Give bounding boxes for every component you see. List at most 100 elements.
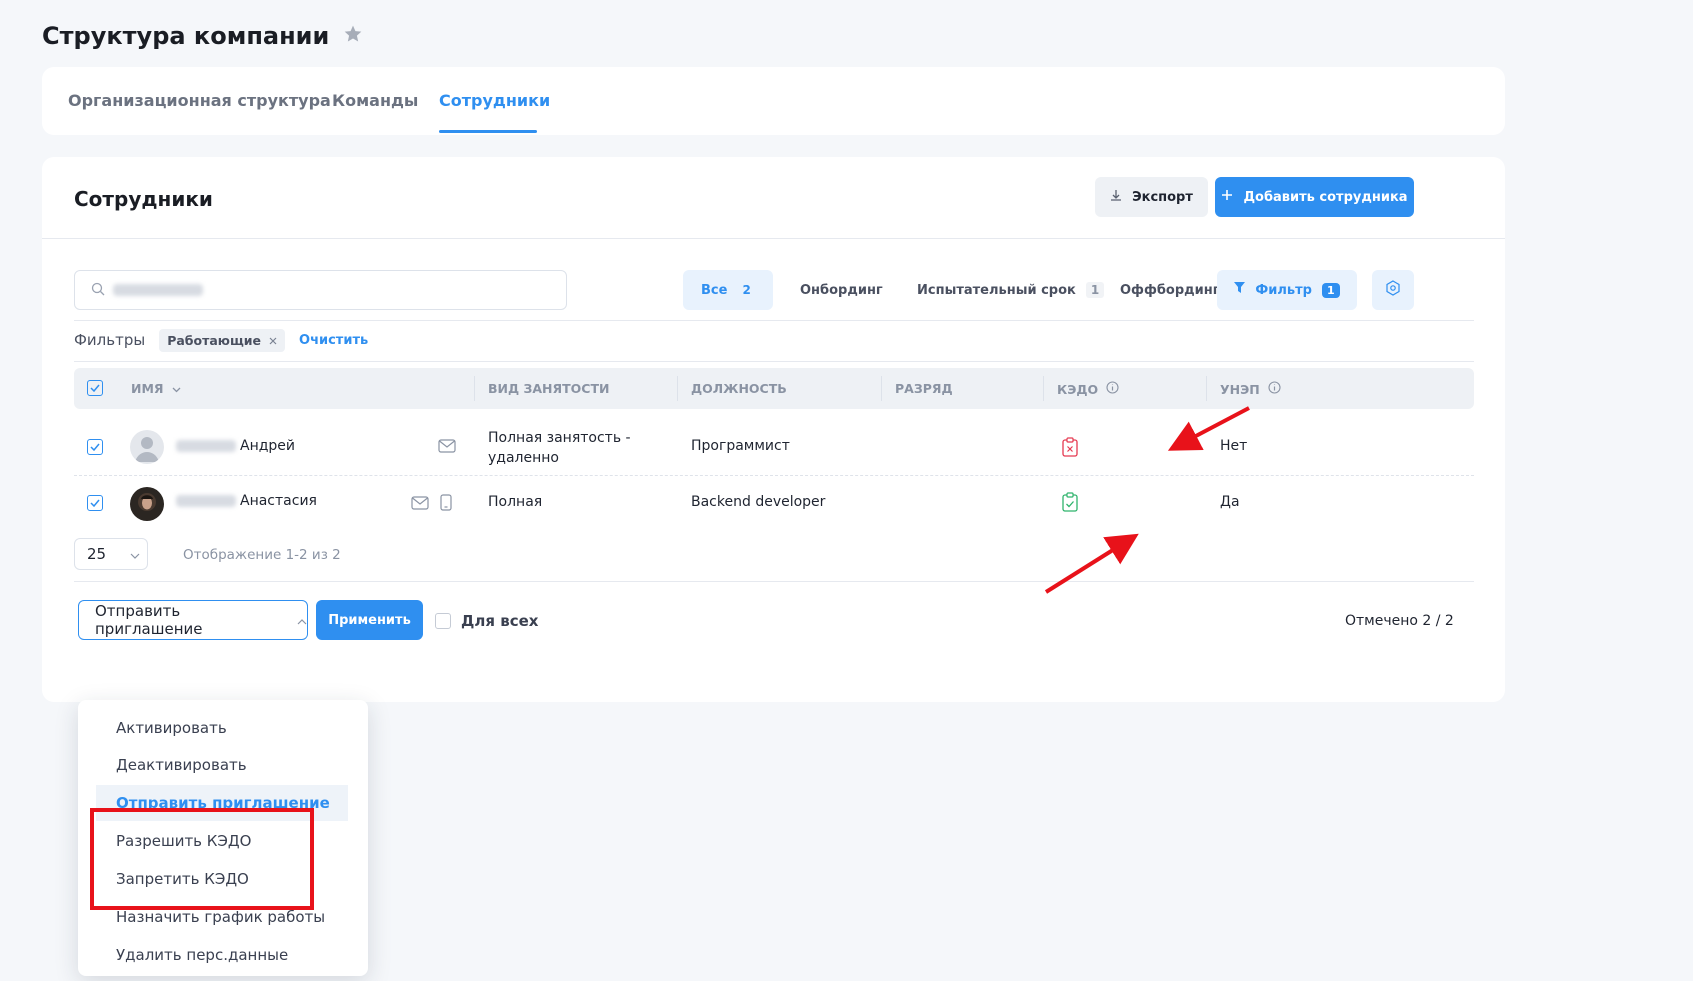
settings-button[interactable]	[1372, 270, 1414, 310]
select-all-checkbox[interactable]	[87, 380, 103, 396]
filter-tag: Работающие	[159, 328, 286, 352]
column-header-name[interactable]: Имя	[131, 381, 181, 396]
avatar	[130, 430, 164, 464]
for-all-checkbox-box[interactable]	[435, 613, 451, 629]
table-row[interactable]: Андрей Полная занятость - удаленно Прогр…	[74, 419, 1474, 476]
add-employee-label: Добавить сотрудника	[1243, 189, 1408, 205]
employee-name-text: Анастасия	[240, 493, 317, 509]
status-tab-onboarding-label: Онбординг	[800, 282, 883, 298]
employment-type-line2: удаленно	[488, 450, 559, 466]
export-label: Экспорт	[1132, 189, 1193, 205]
status-tab-probation-label: Испытательный срок	[917, 282, 1076, 298]
download-icon	[1110, 189, 1122, 205]
envelope-icon[interactable]	[411, 496, 429, 514]
plus-icon	[1221, 189, 1233, 205]
kedo-enabled-icon	[1062, 492, 1078, 516]
export-button[interactable]: Экспорт	[1095, 177, 1208, 217]
info-icon[interactable]	[1106, 381, 1119, 397]
row-checkbox[interactable]	[87, 439, 103, 455]
funnel-icon	[1234, 282, 1246, 298]
column-separator	[1043, 376, 1044, 401]
bulk-action-value: Отправить приглашение	[95, 602, 203, 638]
active-tab-underline	[439, 130, 537, 133]
dropdown-item-deactivate[interactable]: Деактивировать	[96, 747, 348, 783]
chevron-up-icon	[297, 611, 307, 629]
page-size-select[interactable]: 25	[74, 538, 148, 570]
gear-icon	[1385, 280, 1401, 300]
column-header-grade[interactable]: Разряд	[895, 381, 953, 396]
employment-type-line1: Полная занятость -	[488, 430, 631, 446]
employment-type-line1: Полная	[488, 494, 543, 510]
star-icon[interactable]	[343, 22, 363, 50]
employee-name-text: Андрей	[240, 438, 296, 454]
column-header-unep[interactable]: УНЭП	[1220, 381, 1281, 397]
search-divider	[74, 320, 1474, 321]
surname-redacted	[176, 440, 236, 452]
page-size-value: 25	[87, 545, 107, 563]
chevron-down-icon	[130, 545, 140, 563]
surname-redacted	[176, 495, 236, 507]
active-filters: Фильтры Работающие Очистить	[74, 323, 368, 357]
column-header-unep-label: УНЭП	[1220, 381, 1260, 397]
unep-status: Нет	[1220, 438, 1248, 454]
selected-summary: Отмечено 2 / 2	[1345, 613, 1454, 629]
filter-button[interactable]: Фильтр 1	[1217, 270, 1357, 310]
status-tab-all-count: 2	[742, 283, 751, 297]
employee-name[interactable]: Андрей	[176, 438, 295, 454]
position: Backend developer	[691, 494, 826, 510]
avatar	[130, 487, 164, 521]
section-title: Сотрудники	[74, 187, 213, 211]
table-row[interactable]: Анастасия Полная Backend developer Да	[74, 477, 1474, 529]
status-tab-all[interactable]: Все 2	[683, 270, 773, 310]
close-icon[interactable]	[269, 333, 277, 348]
employment-type: Полная	[488, 494, 542, 510]
tabs-card: Организационная структура Команды Сотруд…	[42, 67, 1505, 135]
kedo-disabled-icon	[1062, 437, 1078, 461]
for-all-label: Для всех	[461, 612, 539, 630]
footer-divider	[74, 581, 1474, 582]
apply-button[interactable]: Применить	[316, 600, 423, 640]
for-all-checkbox[interactable]: Для всех	[435, 612, 538, 630]
employment-type: Полная занятость - удаленно	[488, 428, 631, 468]
column-header-name-label: Имя	[131, 381, 164, 396]
filters-label: Фильтры	[74, 331, 146, 349]
dropdown-item-delete-personal-data[interactable]: Удалить перс.данные	[96, 937, 348, 973]
status-tab-offboarding-label: Оффбординг	[1120, 282, 1220, 298]
table-header: Имя Вид занятости Должность Разряд КЭДО …	[74, 368, 1474, 409]
column-separator	[677, 376, 678, 401]
row-checkbox[interactable]	[87, 495, 103, 511]
dropdown-item-activate[interactable]: Активировать	[96, 710, 348, 746]
status-tab-probation[interactable]: Испытательный срок 1	[899, 270, 1122, 310]
row-separator	[74, 475, 1474, 476]
status-tab-onboarding[interactable]: Онбординг	[782, 270, 901, 310]
unep-status: Да	[1220, 494, 1240, 510]
tab-employees[interactable]: Сотрудники	[439, 91, 550, 110]
column-header-position[interactable]: Должность	[691, 381, 787, 396]
info-icon[interactable]	[1268, 381, 1281, 397]
search-icon	[91, 281, 105, 300]
search-value-redacted	[113, 284, 203, 296]
employees-card: Сотрудники Экспорт Добавить сотрудника В…	[42, 157, 1505, 702]
column-header-kedo[interactable]: КЭДО	[1057, 381, 1119, 397]
chevron-down-icon	[172, 381, 181, 396]
column-header-employment[interactable]: Вид занятости	[488, 381, 609, 396]
filter-label: Фильтр	[1255, 282, 1312, 298]
filter-tag-label: Работающие	[167, 332, 262, 348]
bulk-action-select[interactable]: Отправить приглашение	[78, 600, 308, 640]
annotation-highlight-box	[90, 808, 314, 910]
add-employee-button[interactable]: Добавить сотрудника	[1215, 177, 1414, 217]
filter-count-badge: 1	[1321, 282, 1340, 298]
clear-filters-link[interactable]: Очистить	[299, 333, 368, 348]
employee-name[interactable]: Анастасия	[176, 493, 317, 509]
header-divider	[42, 238, 1505, 239]
pagination-summary: Отображение 1-2 из 2	[183, 547, 341, 563]
mobile-icon[interactable]	[440, 494, 452, 515]
envelope-icon[interactable]	[438, 439, 456, 457]
tab-org-structure[interactable]: Организационная структура	[68, 91, 331, 110]
search-input[interactable]	[74, 270, 567, 310]
page-title-text: Структура компании	[42, 22, 330, 50]
status-tab-all-label: Все	[701, 282, 728, 298]
tab-teams[interactable]: Команды	[332, 91, 418, 110]
page-title: Структура компании	[42, 22, 363, 50]
column-separator	[1206, 376, 1207, 401]
